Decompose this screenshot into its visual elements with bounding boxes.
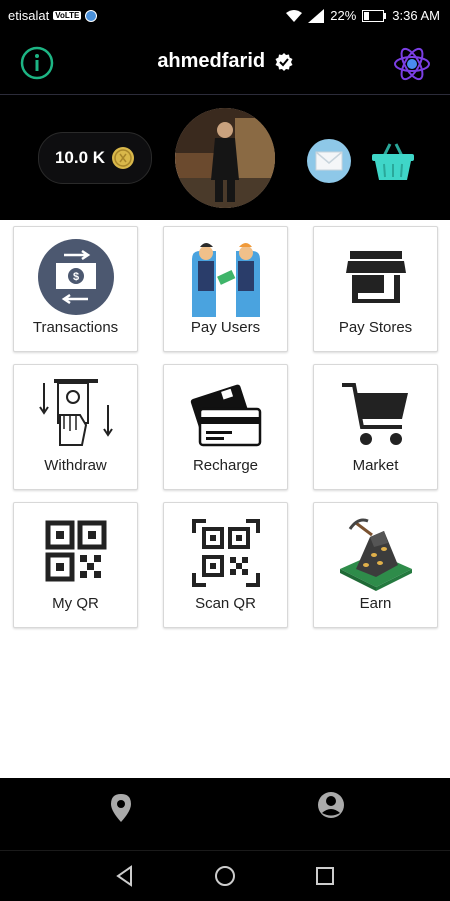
- mining-icon: [339, 518, 412, 591]
- scan-qr-tile[interactable]: Scan QR: [163, 502, 288, 628]
- tile-label: Recharge: [192, 457, 259, 474]
- pay-users-tile[interactable]: Pay Users: [163, 226, 288, 352]
- signal-icon: [308, 8, 325, 23]
- pay-users-icon: [191, 243, 260, 317]
- qr-code-icon: [45, 520, 106, 582]
- tile-label: Pay Stores: [338, 319, 413, 336]
- withdraw-tile[interactable]: Withdraw: [13, 364, 138, 490]
- home-icon[interactable]: [213, 864, 237, 888]
- profile-photo: [175, 108, 275, 208]
- credit-card-icon: [190, 384, 261, 447]
- balance-pill[interactable]: 10.0 K: [38, 132, 152, 184]
- tile-label: Withdraw: [44, 457, 107, 474]
- earn-tile[interactable]: Earn: [313, 502, 438, 628]
- withdraw-icon: [38, 379, 113, 446]
- atom-icon[interactable]: [392, 44, 432, 84]
- mail-icon[interactable]: [306, 138, 352, 184]
- scan-qr-icon: [191, 519, 260, 587]
- balance-amount: 10.0 K: [54, 148, 106, 167]
- shopping-cart-icon: [341, 383, 408, 445]
- market-tile[interactable]: Market: [313, 364, 438, 490]
- username: ahmedfarid: [157, 50, 266, 72]
- svg-text:$: $: [72, 271, 78, 283]
- my-qr-tile[interactable]: My QR: [13, 502, 138, 628]
- top-bar: ahmedfarid: [0, 32, 450, 95]
- tile-label: Earn: [359, 595, 392, 612]
- profile-header: ahmedfarid 10.0 K: [0, 32, 450, 220]
- transactions-tile[interactable]: $ Transactions: [13, 226, 138, 352]
- tile-label: Pay Users: [190, 319, 261, 336]
- carrier-name: etisalat: [8, 8, 50, 23]
- coin-icon: [112, 147, 135, 169]
- bottom-nav: [0, 778, 450, 850]
- clock: 3:36 AM: [392, 8, 440, 23]
- battery-percent: 22%: [330, 8, 357, 23]
- recents-icon[interactable]: [313, 864, 337, 888]
- store-icon: [345, 251, 406, 303]
- tile-label: Scan QR: [195, 595, 256, 612]
- tile-label: My QR: [52, 595, 99, 612]
- back-icon[interactable]: [113, 864, 137, 888]
- account-icon[interactable]: [317, 791, 345, 819]
- avatar[interactable]: [175, 108, 275, 208]
- status-bar: etisalat VoLTE 22% 3:36 AM: [0, 0, 450, 32]
- notification-icon: [85, 9, 98, 22]
- wifi-icon: [286, 9, 303, 22]
- verified-badge-icon: [275, 52, 293, 71]
- system-nav-bar: [0, 850, 450, 901]
- transactions-icon: $: [37, 239, 114, 315]
- recharge-tile[interactable]: Recharge: [163, 364, 288, 490]
- tile-label: Market: [352, 457, 399, 474]
- username-row: ahmedfarid: [0, 50, 450, 73]
- pay-stores-tile[interactable]: Pay Stores: [313, 226, 438, 352]
- volte-badge: VoLTE: [53, 11, 82, 20]
- basket-icon[interactable]: [370, 140, 416, 182]
- location-icon[interactable]: [108, 793, 134, 823]
- battery-icon: [362, 9, 387, 22]
- tile-label: Transactions: [32, 319, 119, 336]
